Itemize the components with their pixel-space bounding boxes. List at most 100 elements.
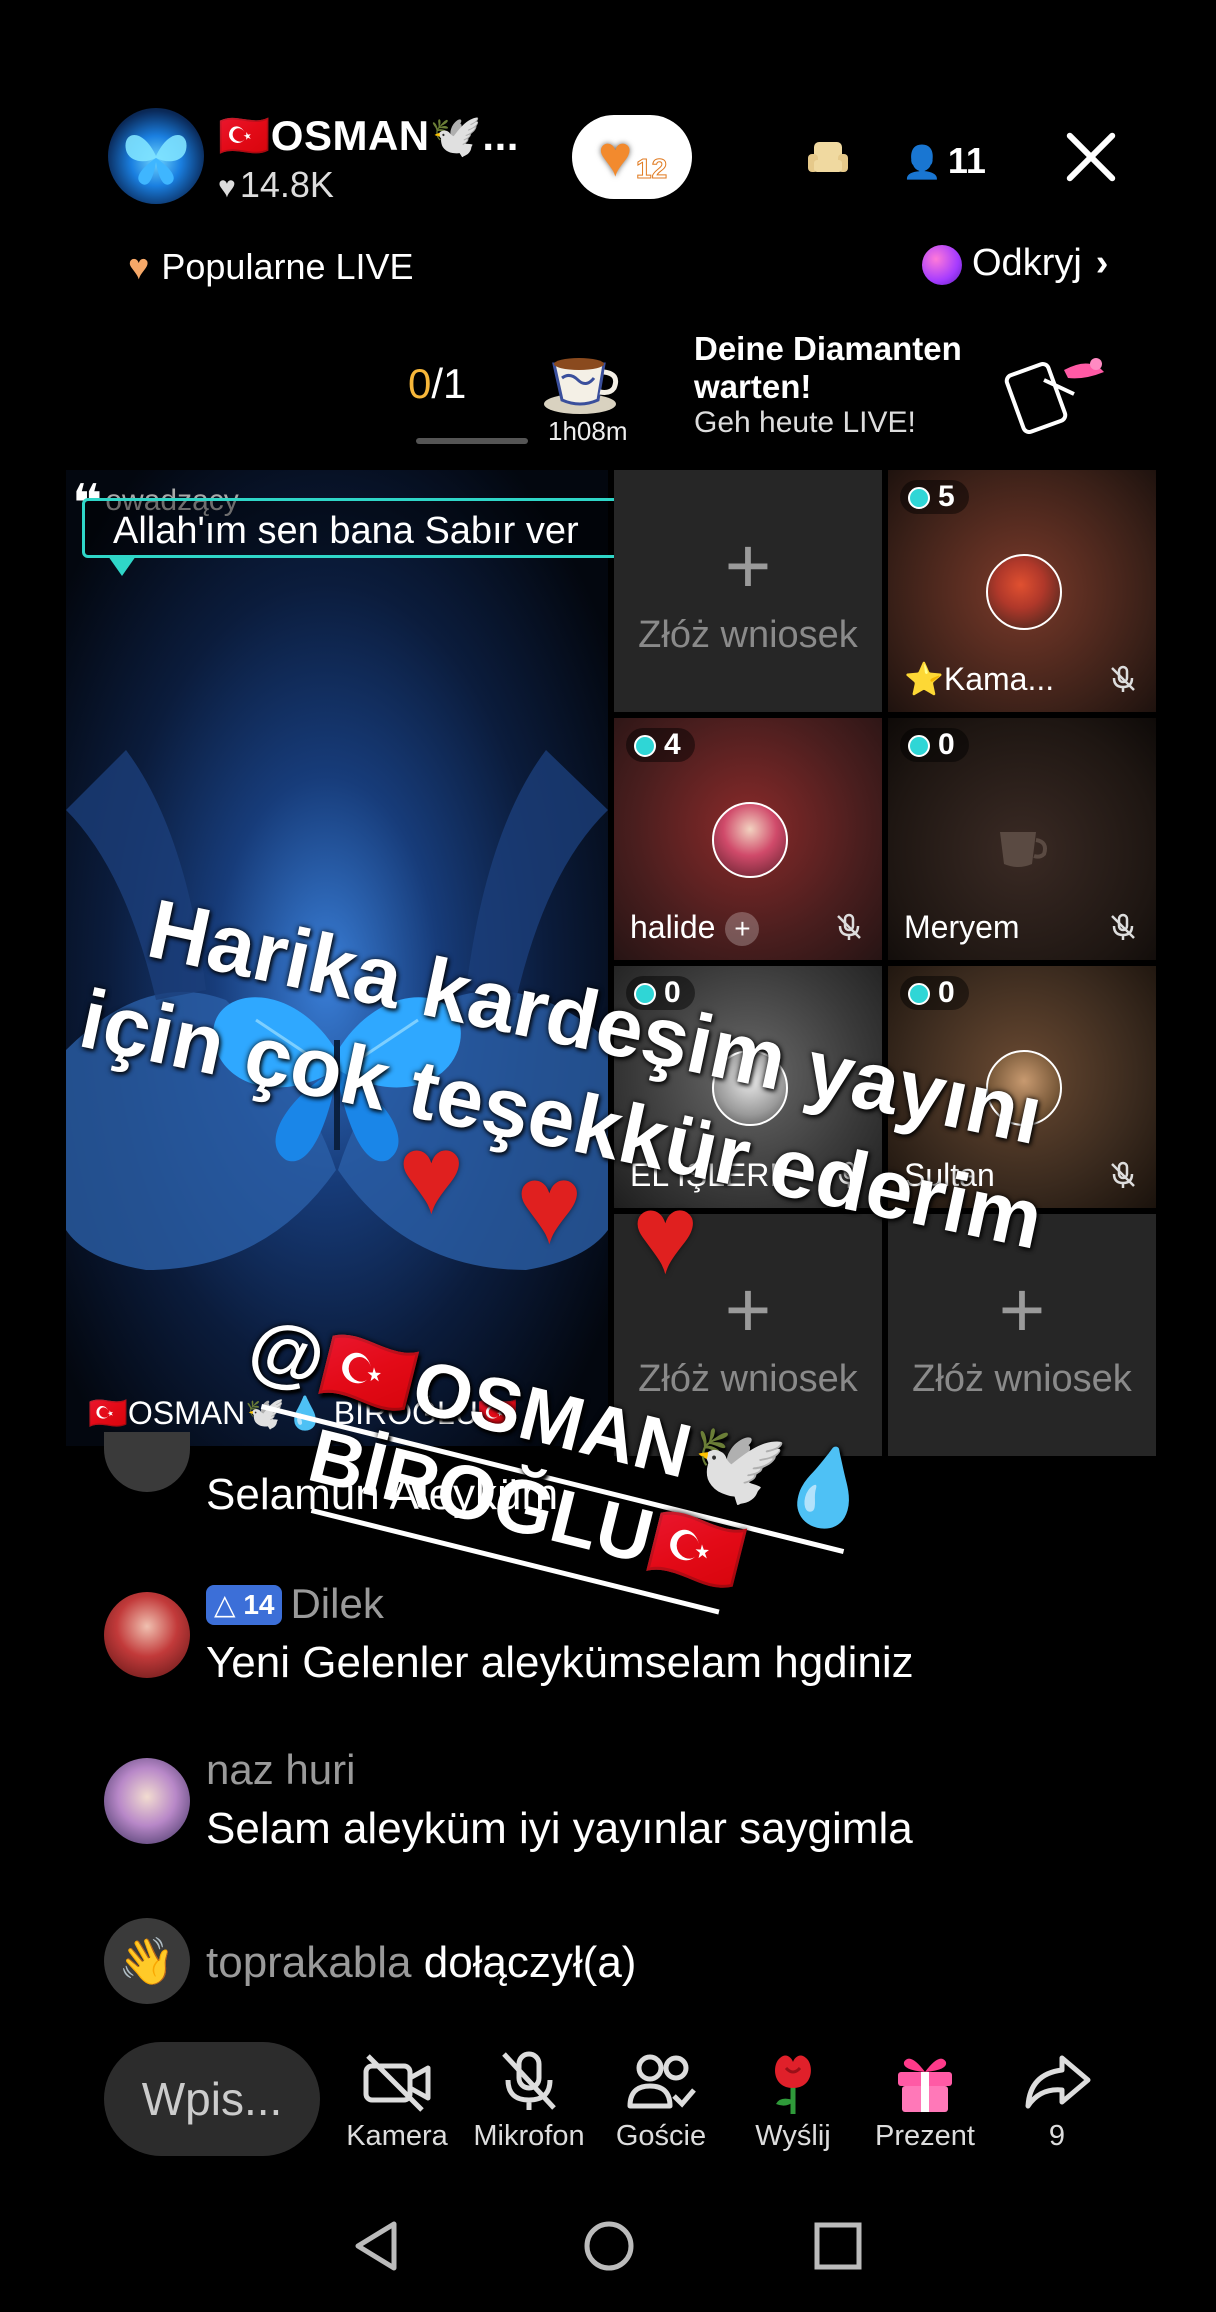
wave-hand-icon: 👋 xyxy=(104,1918,190,2004)
guests-icon xyxy=(627,2054,696,2109)
popular-live-link[interactable]: ♥ Popularne LIVE xyxy=(128,246,414,288)
person-icon: 👤 xyxy=(902,144,942,180)
mic-button[interactable]: Mikrofon xyxy=(464,2046,594,2153)
camera-button[interactable]: Kamera xyxy=(332,2046,462,2153)
home-nav-icon[interactable] xyxy=(582,2218,636,2274)
mission-progress-bar xyxy=(416,438,528,444)
avatar[interactable] xyxy=(104,1592,190,1678)
mission-title[interactable]: Deine Diamanten warten! xyxy=(694,330,994,406)
close-button[interactable] xyxy=(1062,128,1120,186)
rose-icon xyxy=(775,2055,811,2114)
butterfly-icon xyxy=(125,135,187,185)
host-likes: ♥ 14.8K xyxy=(218,164,334,206)
gem-count: 4 xyxy=(664,728,681,761)
discover-orb-icon xyxy=(922,244,962,285)
gem-count: 0 xyxy=(938,728,955,761)
phone-live-icon[interactable] xyxy=(1004,350,1108,435)
guest-name: Meryem xyxy=(904,909,1020,945)
share-icon xyxy=(1025,2055,1091,2109)
mic-off-icon xyxy=(1111,1161,1135,1188)
mic-off-icon xyxy=(837,913,861,940)
heart-icon: ♥ xyxy=(398,1112,465,1237)
gem-badge: 4 xyxy=(626,728,695,762)
camera-label: Kamera xyxy=(346,2120,448,2152)
sofa-icon[interactable] xyxy=(806,138,850,188)
guest-name: halide xyxy=(630,909,716,945)
guest-tile[interactable]: 5 ⭐Kama... xyxy=(888,470,1156,712)
share-count: 9 xyxy=(1048,2120,1066,2152)
follow-button[interactable]: ♥ 12 xyxy=(572,115,692,199)
add-guest-icon[interactable]: + xyxy=(725,912,760,946)
level-badge: △ 14 xyxy=(206,1585,283,1625)
host-name[interactable]: 🇹🇷OSMAN🕊️... xyxy=(218,112,519,161)
chevron-right-icon: › xyxy=(1095,242,1109,284)
join-event: toprakabla dołączył(a) xyxy=(206,1938,636,1988)
gift-icon xyxy=(898,2058,952,2112)
apply-slot[interactable]: + Złóż wniosek xyxy=(614,470,882,712)
pinned-message[interactable]: Allah'ım sen bana Sabır ver xyxy=(82,498,652,558)
back-nav-icon[interactable] xyxy=(350,2218,402,2274)
host-likes-count: 14.8K xyxy=(239,164,334,205)
apply-label: Złóż wniosek xyxy=(912,1358,1132,1400)
mission-progress-total: /1 xyxy=(431,360,467,407)
heart-icon: ♥ xyxy=(128,246,150,287)
viewer-count-value: 11 xyxy=(947,140,986,181)
apply-label: Złóż wniosek xyxy=(638,614,858,656)
gem-icon xyxy=(908,487,930,509)
plus-icon: + xyxy=(724,521,772,610)
join-text: dołączył(a) xyxy=(423,1938,637,1987)
guests-label: Goście xyxy=(615,2120,707,2152)
gem-icon xyxy=(634,735,656,757)
host-avatar[interactable] xyxy=(108,108,204,204)
gem-badge: 5 xyxy=(900,480,969,514)
avatar xyxy=(712,802,788,878)
gift-button[interactable]: Prezent xyxy=(860,2046,990,2153)
coffee-cup-icon[interactable] xyxy=(540,342,626,418)
gem-icon xyxy=(908,983,930,1005)
avatar[interactable] xyxy=(104,1432,190,1492)
plus-icon: + xyxy=(998,1265,1046,1354)
pinned-message-tail xyxy=(108,556,136,576)
share-button[interactable]: 9 xyxy=(992,2046,1122,2153)
guest-tile[interactable]: 0 Meryem xyxy=(888,718,1156,960)
mic-off-icon xyxy=(502,2051,556,2110)
mic-label: Mikrofon xyxy=(473,2120,585,2152)
send-rose-button[interactable]: Wyślij xyxy=(728,2046,858,2153)
avatar[interactable] xyxy=(104,1758,190,1844)
send-label: Wyślij xyxy=(755,2120,831,2152)
gift-label: Prezent xyxy=(875,2120,975,2152)
level-value: 14 xyxy=(243,1589,275,1620)
heart-icon: ♥ xyxy=(598,124,633,189)
mission-progress[interactable]: 0/1 xyxy=(408,360,466,408)
mic-off-icon xyxy=(1111,913,1135,940)
chat-message: Selam aleyküm iyi yayınlar saygimla xyxy=(206,1804,913,1853)
gem-badge: 0 xyxy=(900,728,969,762)
guest-tile[interactable]: 4 halide + xyxy=(614,718,882,960)
popular-live-label: Popularne LIVE xyxy=(161,246,414,287)
heart-icon: ♥ xyxy=(516,1142,583,1267)
gem-count: 5 xyxy=(938,480,955,513)
avatar xyxy=(986,554,1062,630)
apply-label: Złóż wniosek xyxy=(638,1358,858,1400)
mission-progress-current: 0 xyxy=(408,360,432,407)
follow-count: 12 xyxy=(635,153,668,185)
chat-username[interactable]: toprakabla xyxy=(206,1938,411,1987)
viewer-count[interactable]: 👤 11 xyxy=(902,140,986,182)
guests-button[interactable]: Goście xyxy=(596,2046,726,2153)
gem-badge: 0 xyxy=(900,976,969,1010)
chat-message: Yeni Gelenler aleykümselam hgdiniz xyxy=(206,1638,914,1687)
discover-link[interactable]: Odkryj › xyxy=(922,242,1108,285)
chat-username-row[interactable]: △ 14 Dilek xyxy=(206,1580,384,1628)
guest-name-row: halide + xyxy=(630,909,760,946)
chat-message: Selamun Aleyküm xyxy=(206,1470,559,1519)
gem-icon xyxy=(908,735,930,757)
chat-username[interactable]: naz huri xyxy=(206,1746,355,1794)
recents-nav-icon[interactable] xyxy=(812,2218,864,2274)
guest-name: ⭐Kama... xyxy=(904,661,1055,697)
camera-off-icon xyxy=(363,2054,431,2112)
discover-label: Odkryj xyxy=(972,242,1082,284)
comment-input[interactable]: Wpis... xyxy=(104,2042,320,2156)
cup-icon xyxy=(1000,832,1047,867)
mission-timer: 1h08m xyxy=(548,416,628,446)
chat-username: Dilek xyxy=(290,1580,384,1627)
